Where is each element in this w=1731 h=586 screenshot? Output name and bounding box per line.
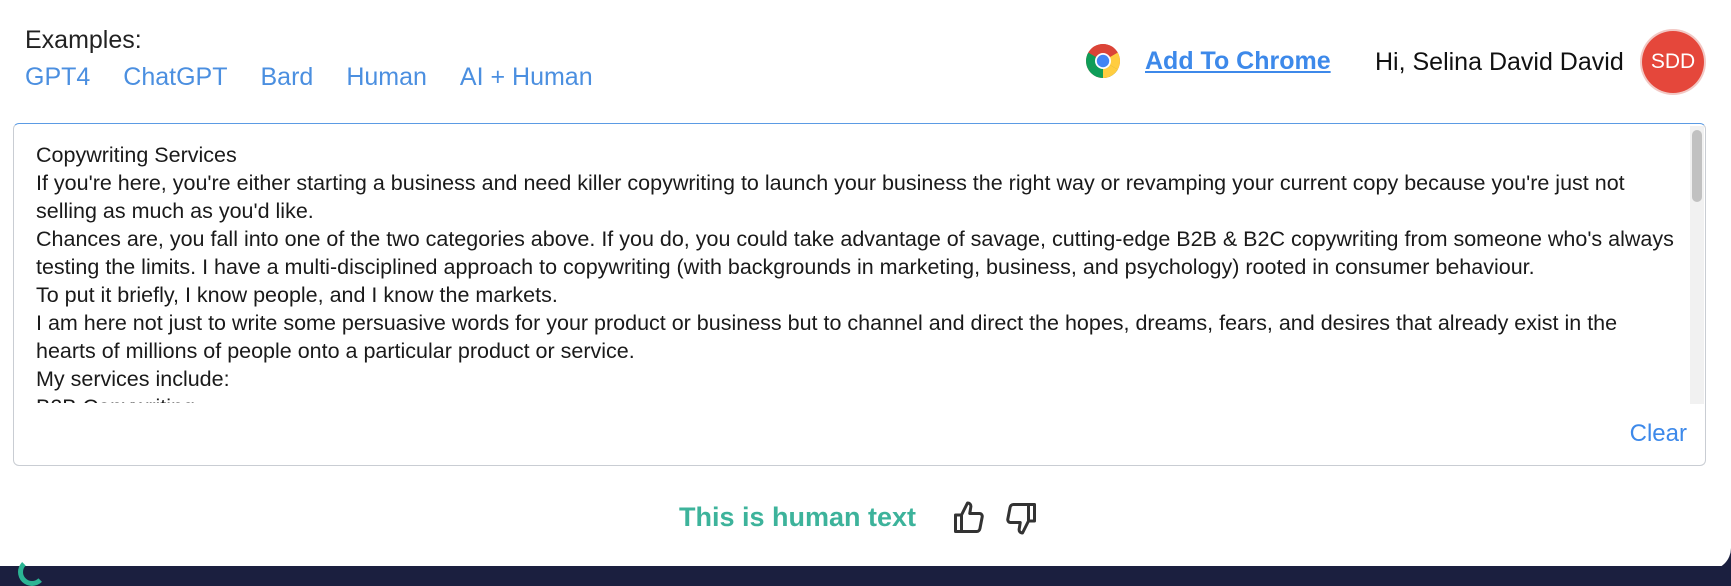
example-bard-link[interactable]: Bard bbox=[261, 63, 314, 92]
example-ai-human-link[interactable]: AI + Human bbox=[460, 63, 593, 92]
example-chatgpt-link[interactable]: ChatGPT bbox=[123, 63, 227, 92]
user-greeting: Hi, Selina David David bbox=[1375, 48, 1624, 76]
avatar[interactable]: SDD bbox=[1642, 31, 1704, 93]
detector-panel: Examples: GPT4 ChatGPT Bard Human AI + H… bbox=[0, 0, 1731, 570]
examples-label: Examples: bbox=[25, 26, 142, 54]
page-background-strip bbox=[0, 566, 1731, 579]
input-text[interactable]: Copywriting Services If you're here, you… bbox=[36, 141, 1676, 403]
chrome-icon bbox=[1086, 44, 1120, 78]
text-input-area[interactable]: Copywriting Services If you're here, you… bbox=[13, 123, 1706, 466]
example-human-link[interactable]: Human bbox=[346, 63, 427, 92]
clear-button[interactable]: Clear bbox=[1630, 420, 1687, 448]
add-to-chrome-link[interactable]: Add To Chrome bbox=[1145, 47, 1331, 76]
thumbs-up-icon[interactable] bbox=[950, 500, 988, 536]
thumbs-down-icon[interactable] bbox=[1002, 500, 1040, 536]
scrollbar-thumb[interactable] bbox=[1692, 130, 1702, 202]
scrollbar[interactable] bbox=[1690, 126, 1704, 404]
examples-list: GPT4 ChatGPT Bard Human AI + Human bbox=[25, 63, 593, 92]
result-verdict: This is human text bbox=[679, 502, 917, 532]
decorative-curve bbox=[18, 558, 46, 586]
example-gpt4-link[interactable]: GPT4 bbox=[25, 63, 90, 92]
